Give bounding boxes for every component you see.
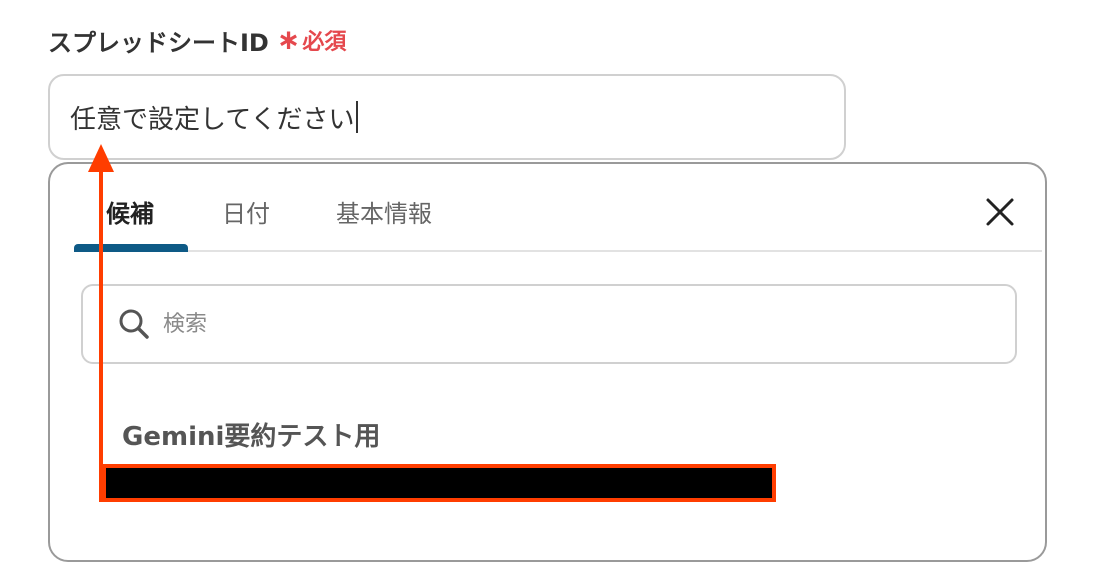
tab-candidates[interactable]: 候補 xyxy=(106,194,154,229)
close-button[interactable] xyxy=(980,192,1020,232)
tab-date[interactable]: 日付 xyxy=(222,194,270,229)
required-badge: ∗ 必須 xyxy=(277,24,346,56)
popup-tabs: 候補 日付 基本情報 xyxy=(74,164,1042,252)
list-item-title: Gemini要約テスト用 xyxy=(122,422,381,452)
text-caret xyxy=(356,101,359,133)
input-value: 任意で設定してください xyxy=(70,104,355,135)
close-icon xyxy=(986,198,1014,226)
search-box[interactable] xyxy=(81,284,1017,364)
search-input[interactable] xyxy=(163,311,943,337)
list-item[interactable]: Gemini要約テスト用 xyxy=(102,412,982,502)
required-asterisk-icon: ∗ xyxy=(276,23,301,56)
search-icon xyxy=(117,307,151,341)
field-label-text: スプレッドシートID xyxy=(48,28,269,57)
tab-basic-info[interactable]: 基本情報 xyxy=(336,194,432,229)
suggestion-popup: 候補 日付 基本情報 Gemini要約テスト用 xyxy=(48,162,1047,562)
field-label: スプレッドシートID ∗ 必須 xyxy=(48,22,346,58)
spreadsheet-id-input[interactable]: 任意で設定してください xyxy=(48,74,846,160)
redacted-subtitle xyxy=(102,464,776,502)
required-text: 必須 xyxy=(302,30,347,55)
active-tab-indicator xyxy=(74,244,188,252)
